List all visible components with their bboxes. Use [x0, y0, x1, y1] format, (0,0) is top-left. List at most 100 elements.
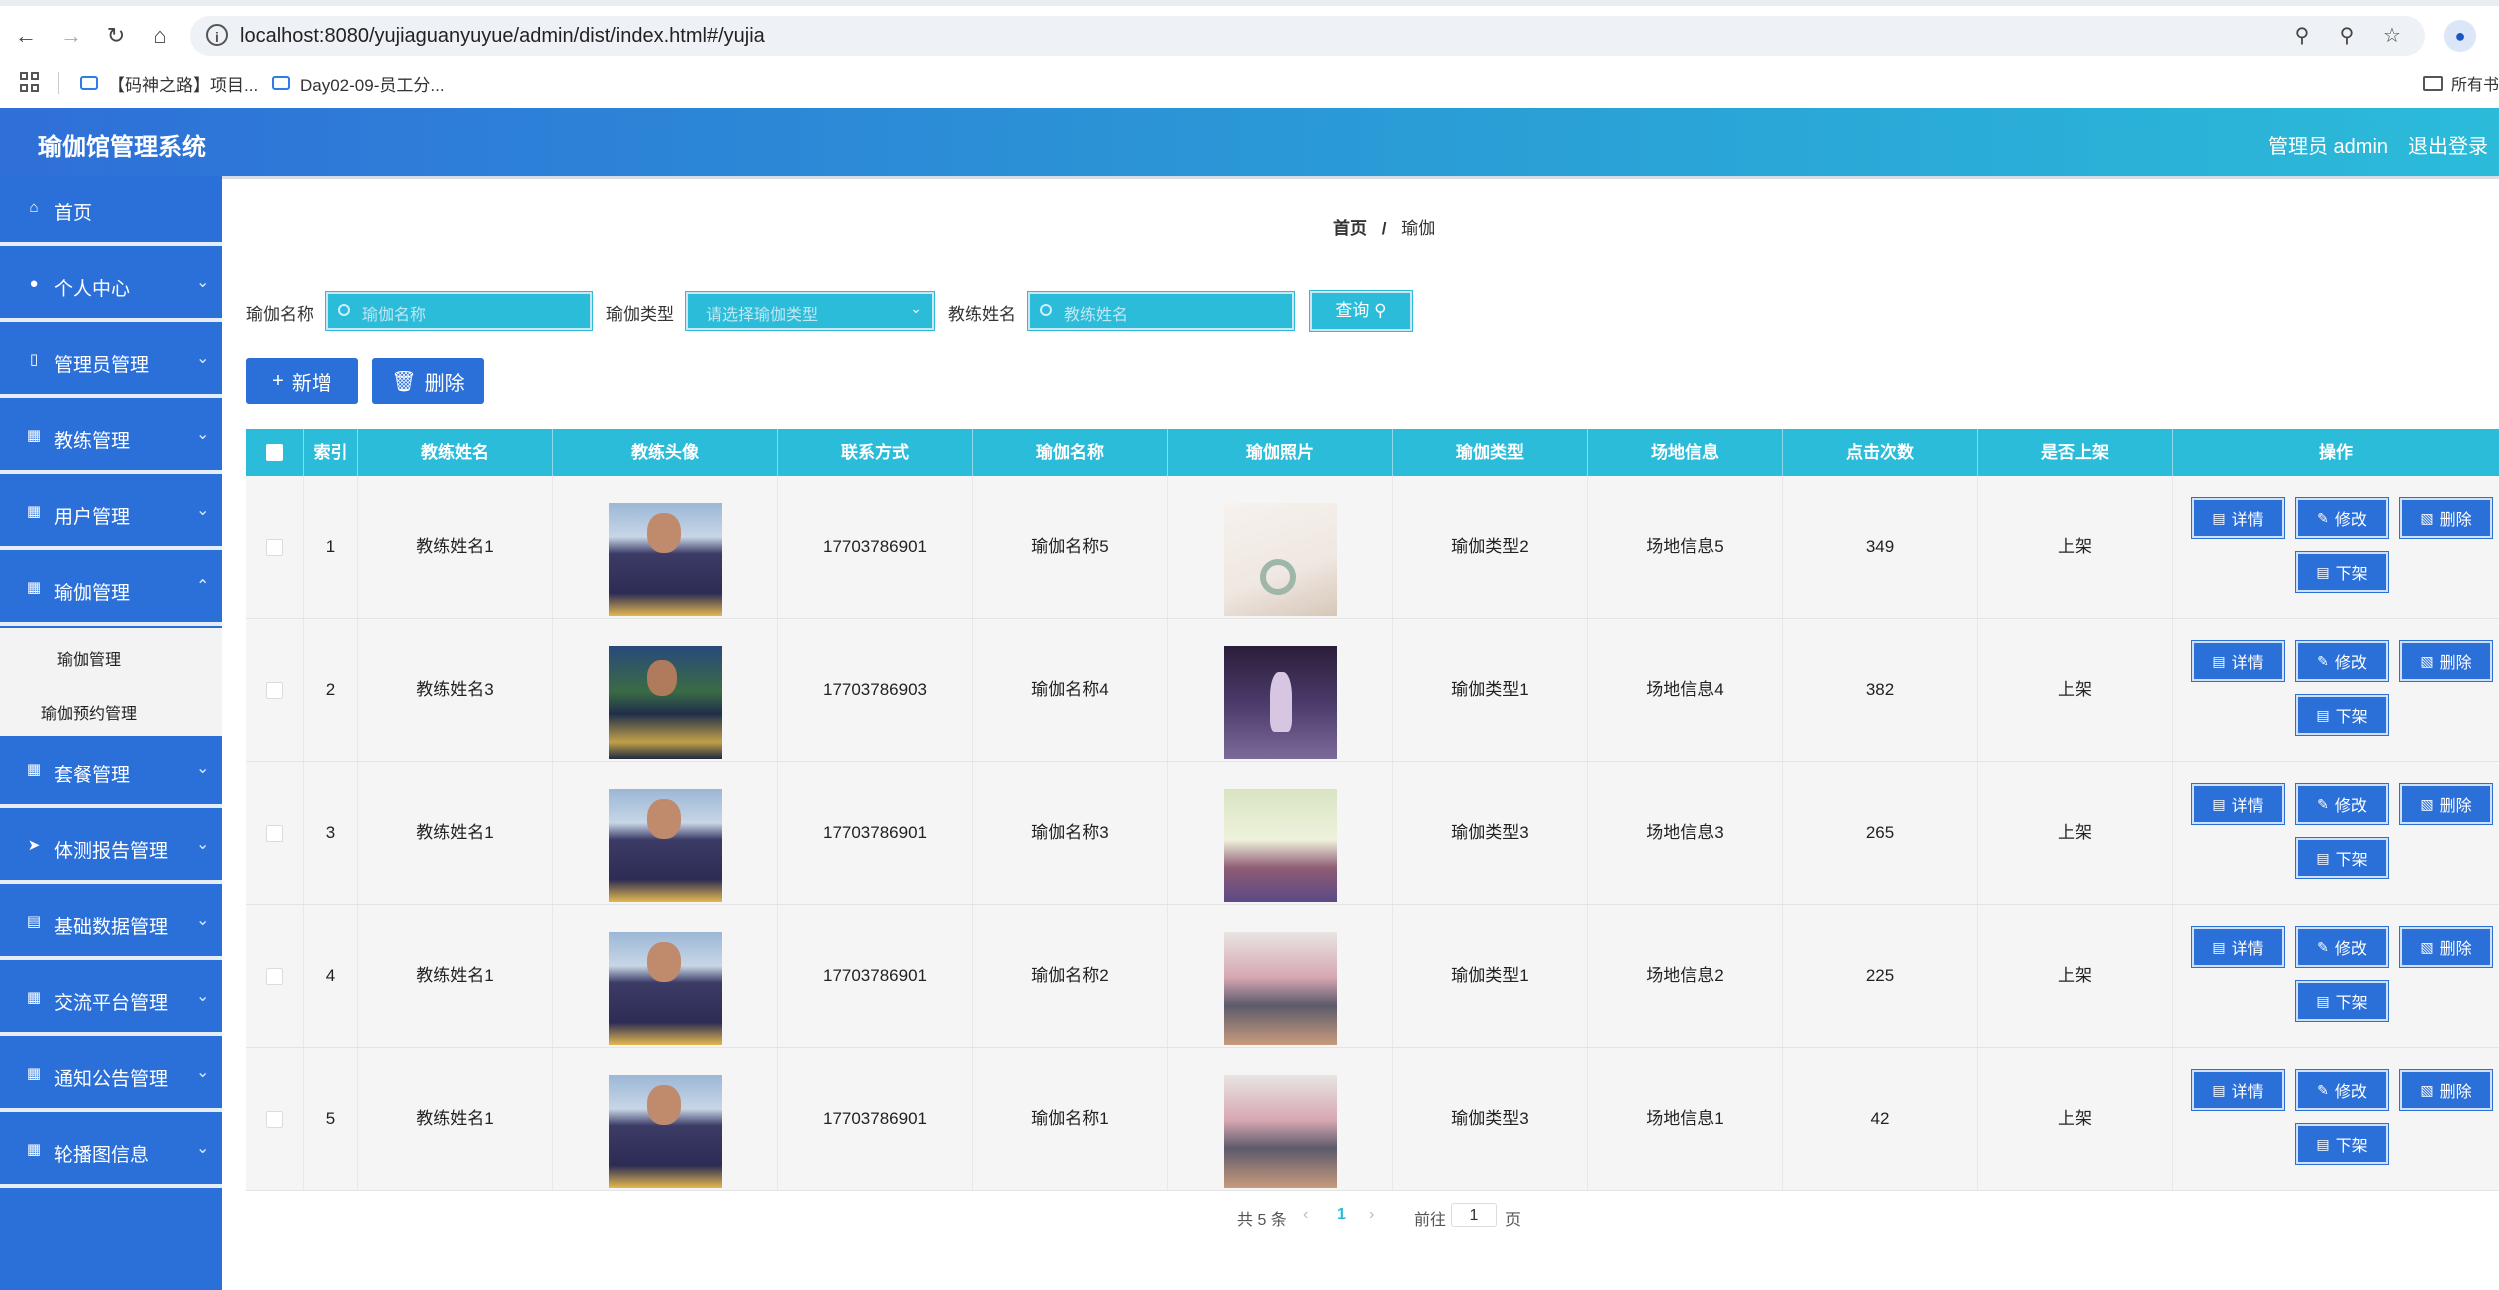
chevron-up-icon: ⌃	[196, 578, 210, 595]
delete-button[interactable]: ▧ 删除	[2399, 1069, 2493, 1111]
col-coach-name[interactable]: 教练姓名	[358, 429, 553, 476]
yoga-photo-image[interactable]	[1224, 932, 1337, 1045]
sidebar-item-admins[interactable]: ▯ 管理员管理 ⌄	[0, 328, 222, 398]
coach-avatar-image[interactable]	[609, 1075, 722, 1188]
url-text[interactable]: localhost:8080/yujiaguanyuyue/admin/dist…	[240, 25, 765, 48]
coach-avatar-image[interactable]	[609, 932, 722, 1045]
pagination-current-page[interactable]: 1	[1337, 1206, 1346, 1224]
yoga-name-input[interactable]: 瑜伽名称	[325, 291, 593, 331]
query-button[interactable]: 查询 ⚲	[1309, 290, 1413, 332]
delete-button[interactable]: ▧ 删除	[2399, 783, 2493, 825]
edit-button[interactable]: ✎ 修改	[2295, 497, 2389, 539]
cell-coach-name: 教练姓名1	[358, 1048, 553, 1190]
sidebar-item-carousel[interactable]: ▦ 轮播图信息 ⌄	[0, 1118, 222, 1188]
apps-grid-icon[interactable]	[20, 72, 40, 92]
home-browser-icon[interactable]: ⌂	[144, 20, 176, 52]
next-page-icon[interactable]: ›	[1369, 1206, 1374, 1224]
coach-avatar-image[interactable]	[609, 503, 722, 616]
cell-yoga-type: 瑜伽类型3	[1393, 762, 1588, 904]
address-bar[interactable]: i localhost:8080/yujiaguanyuyue/admin/di…	[190, 16, 2425, 56]
row-checkbox[interactable]	[266, 1111, 283, 1128]
sidebar-item-forum[interactable]: ▦ 交流平台管理 ⌄	[0, 966, 222, 1036]
row-checkbox[interactable]	[266, 539, 283, 556]
col-phone[interactable]: 联系方式	[778, 429, 973, 476]
detail-button[interactable]: ▤ 详情	[2191, 926, 2285, 968]
bookmark-item[interactable]: 【码神之路】项目...	[80, 70, 258, 96]
site-info-icon[interactable]: i	[206, 24, 228, 46]
delete-button[interactable]: ▧ 删除	[2399, 640, 2493, 682]
edit-icon: ✎	[2317, 652, 2329, 669]
sidebar-item-home[interactable]: ⌂ 首页	[0, 176, 222, 246]
yoga-photo-image[interactable]	[1224, 503, 1337, 616]
yoga-name-placeholder: 瑜伽名称	[362, 307, 427, 324]
password-key-icon[interactable]: ⚲	[2290, 24, 2314, 48]
unlist-button[interactable]: ▤ 下架	[2295, 551, 2389, 593]
col-yoga-name[interactable]: 瑜伽名称	[973, 429, 1168, 476]
submenu-item-yoga[interactable]: 瑜伽管理	[57, 646, 121, 670]
profile-icon[interactable]: ●	[2444, 20, 2476, 52]
chevron-down-icon: ⌄	[196, 760, 210, 777]
forward-icon[interactable]: →	[55, 20, 87, 52]
col-venue[interactable]: 场地信息	[1588, 429, 1783, 476]
row-checkbox[interactable]	[266, 968, 283, 985]
zoom-icon[interactable]: ⚲	[2335, 24, 2359, 48]
sidebar-item-label: 首页	[54, 203, 93, 224]
detail-button[interactable]: ▤ 详情	[2191, 783, 2285, 825]
sidebar-item-notices[interactable]: ▦ 通知公告管理 ⌄	[0, 1042, 222, 1112]
select-all-checkbox[interactable]	[266, 444, 283, 461]
delete-button[interactable]: ▧ 删除	[2399, 926, 2493, 968]
unlist-button[interactable]: ▤ 下架	[2295, 1123, 2389, 1165]
coach-avatar-image[interactable]	[609, 646, 722, 759]
unlist-button[interactable]: ▤ 下架	[2295, 980, 2389, 1022]
yoga-photo-image[interactable]	[1224, 1075, 1337, 1188]
sidebar-item-profile[interactable]: ● 个人中心 ⌄	[0, 252, 222, 322]
sidebar-item-base-data[interactable]: ▤ 基础数据管理 ⌄	[0, 890, 222, 960]
sidebar-item-coaches[interactable]: ▦ 教练管理 ⌄	[0, 404, 222, 474]
prev-page-icon[interactable]: ‹	[1303, 1206, 1308, 1224]
logout-link[interactable]: 退出登录	[2408, 130, 2488, 159]
home-icon: ⌂	[29, 199, 39, 216]
unlist-button[interactable]: ▤ 下架	[2295, 694, 2389, 736]
trash-icon: ▧	[2420, 652, 2434, 669]
bookmarks-bar: 【码神之路】项目... Day02-09-员工分... 所有书	[0, 64, 2499, 104]
all-bookmarks[interactable]: 所有书	[2422, 70, 2499, 96]
detail-button[interactable]: ▤ 详情	[2191, 1069, 2285, 1111]
cell-phone: 17703786901	[778, 905, 973, 1047]
edit-button[interactable]: ✎ 修改	[2295, 1069, 2389, 1111]
col-index[interactable]: 索引	[304, 429, 358, 476]
reload-icon[interactable]: ↻	[100, 20, 132, 52]
row-checkbox[interactable]	[266, 825, 283, 842]
sidebar-item-reports[interactable]: ➤ 体测报告管理 ⌄	[0, 814, 222, 884]
col-coach-avatar[interactable]: 教练头像	[553, 429, 778, 476]
bookmark-star-icon[interactable]: ☆	[2380, 24, 2404, 48]
delete-button[interactable]: ▧ 删除	[2399, 497, 2493, 539]
document-icon: ▤	[2316, 992, 2330, 1009]
sidebar-item-yoga[interactable]: ▦ 瑜伽管理 ⌃	[0, 556, 222, 626]
detail-button[interactable]: ▤ 详情	[2191, 640, 2285, 682]
sidebar-item-packages[interactable]: ▦ 套餐管理 ⌄	[0, 738, 222, 808]
batch-delete-button[interactable]: 🗑 删除	[372, 358, 484, 404]
yoga-photo-image[interactable]	[1224, 646, 1337, 759]
edit-button[interactable]: ✎ 修改	[2295, 783, 2389, 825]
edit-button[interactable]: ✎ 修改	[2295, 926, 2389, 968]
col-clicks[interactable]: 点击次数	[1783, 429, 1978, 476]
pagination-page-input[interactable]: 1	[1451, 1203, 1497, 1227]
unlist-button[interactable]: ▤ 下架	[2295, 837, 2389, 879]
coach-name-input[interactable]: 教练姓名	[1027, 291, 1295, 331]
sidebar-item-users[interactable]: ▦ 用户管理 ⌄	[0, 480, 222, 550]
edit-button[interactable]: ✎ 修改	[2295, 640, 2389, 682]
yoga-type-select[interactable]: 请选择瑜伽类型 ⌄	[685, 291, 935, 331]
row-checkbox[interactable]	[266, 682, 283, 699]
detail-button[interactable]: ▤ 详情	[2191, 497, 2285, 539]
breadcrumb-home[interactable]: 首页	[1333, 219, 1367, 238]
add-button[interactable]: + 新增	[246, 358, 358, 404]
coach-avatar-image[interactable]	[609, 789, 722, 902]
chevron-down-icon: ⌄	[196, 426, 210, 443]
col-yoga-type[interactable]: 瑜伽类型	[1393, 429, 1588, 476]
back-icon[interactable]: ←	[10, 20, 42, 52]
yoga-photo-image[interactable]	[1224, 789, 1337, 902]
submenu-item-yoga-booking[interactable]: 瑜伽预约管理	[41, 700, 137, 724]
bookmark-item[interactable]: Day02-09-员工分...	[272, 70, 445, 96]
col-yoga-photo[interactable]: 瑜伽照片	[1168, 429, 1393, 476]
col-listed[interactable]: 是否上架	[1978, 429, 2173, 476]
